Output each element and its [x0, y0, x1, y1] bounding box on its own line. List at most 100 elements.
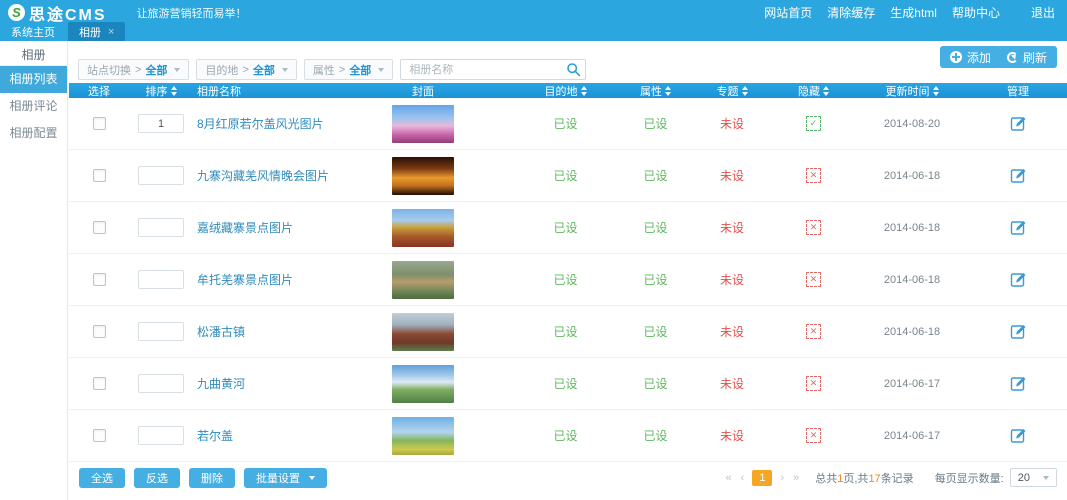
sort-arrows-icon[interactable]	[665, 86, 671, 96]
total-records-count: 17	[868, 473, 880, 485]
table-row: 松潘古镇 已设 已设 未设 ✕ 2014-06-18	[69, 306, 1067, 358]
search-box	[400, 59, 586, 80]
column-header-attribute[interactable]: 属性	[618, 83, 693, 99]
sort-arrows-icon[interactable]	[581, 86, 587, 96]
album-cover-image-temple-gate[interactable]	[392, 209, 454, 247]
logo[interactable]: S 思途CMS	[8, 1, 107, 25]
edit-icon[interactable]	[1010, 115, 1027, 132]
hidden-toggle-icon[interactable]: ✕	[806, 428, 821, 443]
album-cover-image-pink-flowers-blue-sky[interactable]	[392, 105, 454, 143]
filter-site-select[interactable]: 站点切换 > 全部	[78, 59, 189, 80]
hidden-toggle-icon[interactable]: ✕	[806, 324, 821, 339]
filter-bar: 站点切换 > 全部 目的地 > 全部 属性 > 全部	[78, 59, 586, 80]
album-cover-image-ancient-town-gate[interactable]	[392, 313, 454, 351]
sidebar-item-album-config[interactable]: 相册配置	[0, 120, 67, 147]
filter-destination-select[interactable]: 目的地 > 全部	[196, 59, 296, 80]
next-page-button[interactable]: ›	[779, 472, 785, 484]
album-name-link[interactable]: 8月红原若尔盖风光图片	[197, 115, 324, 132]
search-input[interactable]	[400, 59, 586, 80]
sort-order-input[interactable]	[138, 374, 184, 393]
hidden-toggle-icon[interactable]: ✕	[806, 272, 821, 287]
sort-order-input[interactable]	[138, 218, 184, 237]
prev-page-button[interactable]: ‹	[740, 472, 746, 484]
tab-system-home[interactable]: 系统主页	[0, 22, 66, 41]
batch-settings-button[interactable]: 批量设置	[244, 468, 327, 488]
edit-icon[interactable]	[1010, 167, 1027, 184]
sort-order-input[interactable]	[138, 426, 184, 445]
nav-logout[interactable]: 退出	[1031, 4, 1055, 21]
hidden-toggle-icon[interactable]: ✕	[806, 168, 821, 183]
hidden-toggle-icon[interactable]: ✓	[806, 116, 821, 131]
sidebar-item-album-comments[interactable]: 相册评论	[0, 93, 67, 120]
sidebar-item-album-list[interactable]: 相册列表	[0, 66, 67, 93]
sort-order-input[interactable]	[138, 166, 184, 185]
updated-date: 2014-08-20	[884, 118, 940, 130]
select-all-button[interactable]: 全选	[79, 468, 125, 488]
album-name-link[interactable]: 松潘古镇	[197, 323, 245, 340]
app-window: S 思途CMS 让旅游营销轻而易举！ 网站首页 清除缓存 生成html 帮助中心…	[0, 0, 1067, 500]
add-button-label: 添加	[967, 49, 991, 66]
album-cover-image-grassland-river-bend[interactable]	[392, 365, 454, 403]
column-header-sort[interactable]: 排序	[129, 83, 193, 99]
hidden-toggle-icon[interactable]: ✕	[806, 220, 821, 235]
album-cover-image-grassland-yellow-flowers[interactable]	[392, 417, 454, 455]
album-name-link[interactable]: 牟托羌寨景点图片	[197, 271, 293, 288]
sort-arrows-icon[interactable]	[933, 86, 939, 96]
edit-icon[interactable]	[1010, 271, 1027, 288]
row-checkbox[interactable]	[93, 117, 106, 130]
row-checkbox[interactable]	[93, 325, 106, 338]
edit-icon[interactable]	[1010, 427, 1027, 444]
edit-icon[interactable]	[1010, 323, 1027, 340]
row-checkbox[interactable]	[93, 169, 106, 182]
add-button[interactable]: 添加	[940, 46, 1001, 68]
column-header-topic[interactable]: 专题	[693, 83, 771, 99]
destination-status: 已设	[553, 115, 577, 132]
row-checkbox[interactable]	[93, 429, 106, 442]
column-header-hidden[interactable]: 隐藏	[771, 83, 856, 99]
album-name-link[interactable]: 嘉绒藏寨景点图片	[197, 219, 293, 236]
sort-order-input[interactable]	[138, 322, 184, 341]
sort-arrows-icon[interactable]	[171, 86, 177, 96]
delete-button[interactable]: 删除	[189, 468, 235, 488]
edit-icon[interactable]	[1010, 375, 1027, 392]
topic-status: 未设	[720, 271, 744, 288]
topic-status: 未设	[720, 375, 744, 392]
album-cover-image-stone-tower-valley[interactable]	[392, 261, 454, 299]
search-icon[interactable]	[566, 62, 581, 77]
column-header-updated[interactable]: 更新时间	[856, 83, 968, 99]
hidden-toggle-icon[interactable]: ✕	[806, 376, 821, 391]
table-row: 九曲黄河 已设 已设 未设 ✕ 2014-06-17	[69, 358, 1067, 410]
per-page-select[interactable]: 20	[1010, 468, 1057, 487]
current-page-button[interactable]: 1	[752, 470, 772, 486]
row-checkbox[interactable]	[93, 221, 106, 234]
column-header-select: 选择	[69, 83, 129, 99]
row-checkbox[interactable]	[93, 273, 106, 286]
sort-order-input[interactable]	[138, 114, 184, 133]
first-page-button[interactable]: «	[725, 472, 733, 484]
topic-status: 未设	[720, 115, 744, 132]
row-checkbox[interactable]	[93, 377, 106, 390]
album-name-link[interactable]: 九曲黄河	[197, 375, 245, 392]
column-header-destination[interactable]: 目的地	[513, 83, 618, 99]
updated-date: 2014-06-18	[884, 222, 940, 234]
sidebar: 相册 相册列表 相册评论 相册配置	[0, 41, 68, 500]
nav-help-center[interactable]: 帮助中心	[952, 4, 1000, 21]
tab-close-icon[interactable]: ×	[108, 27, 114, 37]
sort-arrows-icon[interactable]	[823, 86, 829, 96]
sort-arrows-icon[interactable]	[742, 86, 748, 96]
edit-icon[interactable]	[1010, 219, 1027, 236]
sort-order-input[interactable]	[138, 270, 184, 289]
nav-clear-cache[interactable]: 清除缓存	[827, 4, 875, 21]
logo-text: 思途CMS	[29, 1, 107, 25]
album-cover-image-stage-performance[interactable]	[392, 157, 454, 195]
nav-site-home[interactable]: 网站首页	[764, 4, 812, 21]
invert-selection-button[interactable]: 反选	[134, 468, 180, 488]
last-page-button[interactable]: »	[792, 472, 800, 484]
album-name-link[interactable]: 若尔盖	[197, 427, 233, 444]
filter-attribute-label: 属性	[313, 62, 335, 78]
filter-attribute-select[interactable]: 属性 > 全部	[304, 59, 393, 80]
refresh-button[interactable]: 刷新	[997, 46, 1057, 68]
album-name-link[interactable]: 九寨沟藏羌风情晚会图片	[197, 167, 329, 184]
tab-album[interactable]: 相册 ×	[68, 22, 125, 41]
nav-generate-html[interactable]: 生成html	[890, 4, 937, 21]
